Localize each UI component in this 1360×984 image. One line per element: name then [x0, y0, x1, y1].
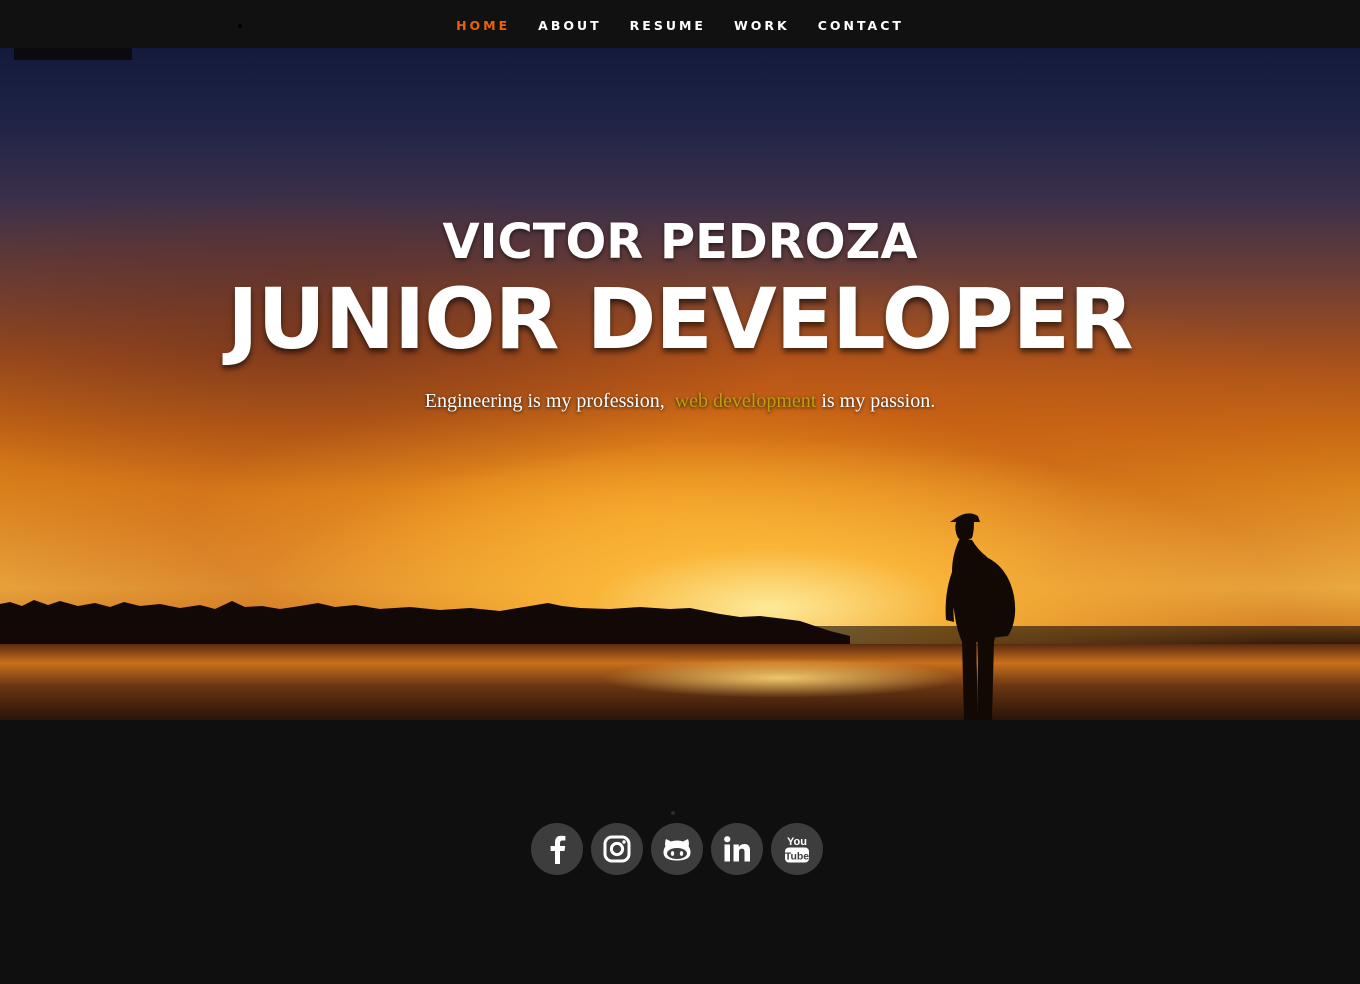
github-button[interactable] [651, 823, 703, 875]
youtube-button[interactable]: You Tube [771, 823, 823, 875]
nav-item-resume[interactable]: RESUME [630, 18, 706, 33]
hero-banner: VICTOR PEDROZA JUNIOR DEVELOPER Engineer… [0, 48, 1360, 720]
facebook-button[interactable] [531, 823, 583, 875]
tagline-text-end: is my passion. [821, 390, 936, 412]
youtube-icon: You Tube [785, 836, 809, 863]
facebook-icon [550, 835, 566, 864]
hero-job-title: JUNIOR DEVELOPER [227, 270, 1133, 368]
instagram-icon [603, 835, 631, 863]
sun-reflection [600, 658, 960, 698]
github-icon [663, 839, 691, 861]
linkedin-icon [724, 836, 750, 862]
nav-list: HOME ABOUT RESUME WORK CONTACT [0, 0, 1360, 48]
youtube-glyph-bottom: Tube [785, 851, 809, 863]
person-silhouette [945, 513, 1016, 720]
nav-item-work[interactable]: WORK [734, 18, 790, 33]
top-nav: HOME ABOUT RESUME WORK CONTACT [0, 0, 1360, 48]
nav-item-contact[interactable]: CONTACT [818, 18, 904, 33]
instagram-button[interactable] [591, 823, 643, 875]
hero-name: VICTOR PEDROZA [442, 214, 918, 270]
social-links: You Tube [531, 823, 823, 875]
youtube-glyph-top: You [787, 836, 807, 848]
tagline-text-start: Engineering is my profession, [424, 390, 665, 412]
nav-item-about[interactable]: ABOUT [538, 18, 602, 33]
tagline-highlight: web development [674, 390, 817, 412]
footer-dot [671, 811, 675, 815]
nav-item-home[interactable]: HOME [456, 18, 510, 33]
linkedin-button[interactable] [711, 823, 763, 875]
nav-dot [238, 24, 242, 28]
mobile-menu-tab[interactable] [14, 48, 132, 60]
hero-tagline: Engineering is my profession, web develo… [0, 390, 1360, 413]
